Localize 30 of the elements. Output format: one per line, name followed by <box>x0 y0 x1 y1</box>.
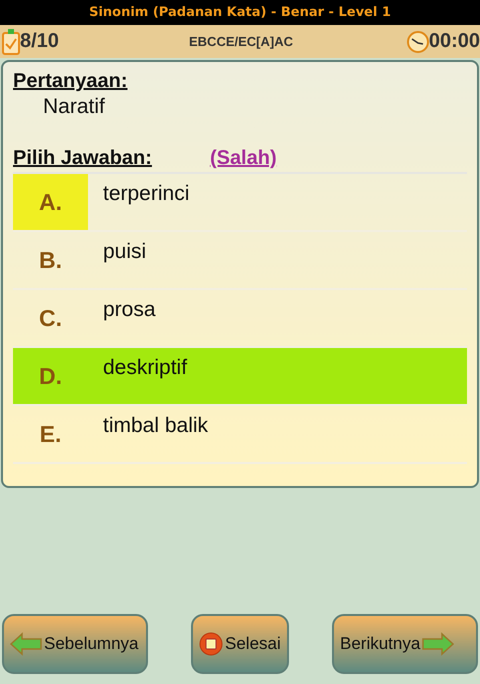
previous-button[interactable]: Sebelumnya <box>2 614 148 674</box>
next-button[interactable]: Berikutnya <box>332 614 478 674</box>
option-text: terperinci <box>103 182 190 205</box>
verdict-label: (Salah) <box>210 147 277 170</box>
finish-button[interactable]: Selesai <box>191 614 289 674</box>
stop-icon <box>199 632 223 656</box>
progress-count: 8/10 <box>20 30 59 53</box>
option-letter: A. <box>13 174 88 230</box>
question-text: Naratif <box>43 95 105 118</box>
option-text: puisi <box>103 240 146 263</box>
answer-option[interactable]: E. timbal balik <box>13 406 467 464</box>
option-text: prosa <box>103 298 156 321</box>
option-text: timbal balik <box>103 414 208 437</box>
answer-option[interactable]: D. deskriptif <box>13 348 467 406</box>
option-letter: B. <box>38 246 63 274</box>
option-letter: C. <box>38 304 63 332</box>
question-heading: Pertanyaan: <box>13 70 128 92</box>
window-title: Sinonim (Padanan Kata) - Benar - Level 1 <box>0 0 480 25</box>
clock-icon <box>406 30 429 52</box>
answer-sequence: EBCCE/EC[A]AC <box>189 34 293 49</box>
answer-option[interactable]: B. puisi <box>13 232 467 290</box>
clipboard-icon <box>2 28 20 54</box>
left-arrow-icon <box>10 632 42 656</box>
timer: 00:00 <box>428 30 480 53</box>
right-arrow-icon <box>422 632 454 656</box>
option-text: deskriptif <box>103 356 188 379</box>
option-letter: D. <box>38 362 63 390</box>
answer-heading: Pilih Jawaban: <box>13 147 152 170</box>
option-letter: E. <box>38 420 62 448</box>
answer-option[interactable]: A. terperinci <box>13 174 467 232</box>
